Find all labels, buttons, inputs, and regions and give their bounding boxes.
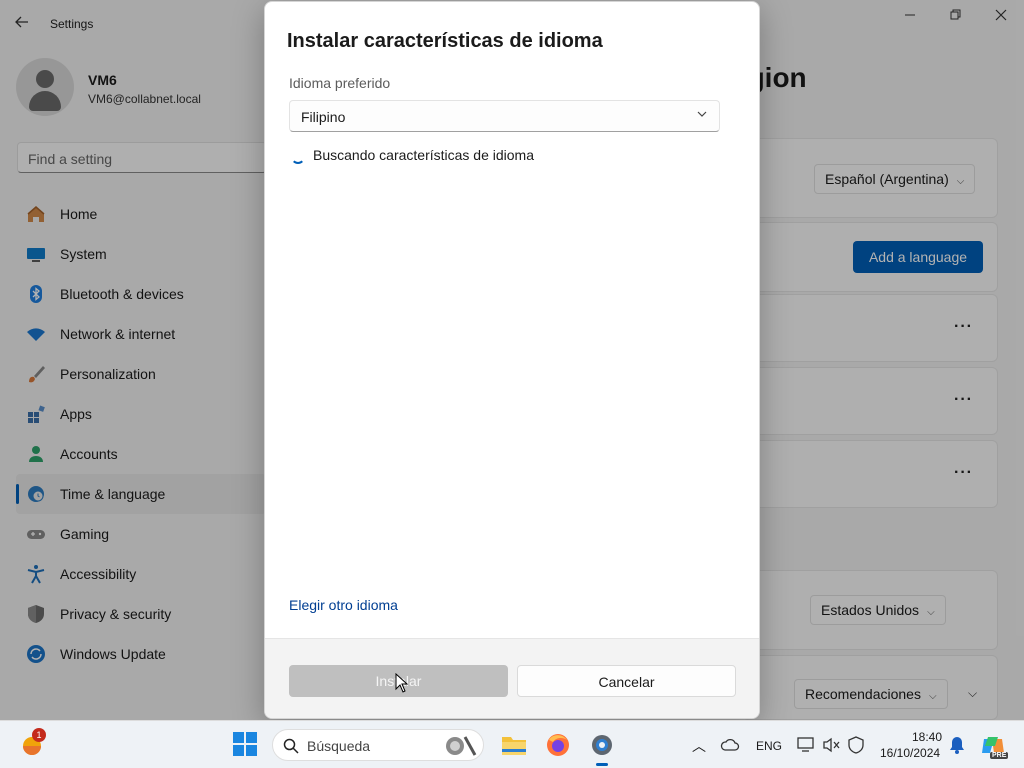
notification-bell-icon[interactable] [948,735,966,755]
volume-muted-icon[interactable] [822,735,842,755]
firefox-icon[interactable] [544,731,572,759]
clock-time[interactable]: 18:40 [912,730,942,744]
settings-gear-icon[interactable] [588,731,616,759]
chevron-down-icon [697,109,707,122]
start-windows-icon[interactable] [232,731,260,759]
search-highlight-icon [446,736,477,756]
preferred-language-value: Filipino [301,109,346,125]
dialog-title: Instalar características de idioma [287,30,603,52]
taskbar: 1 Búsqueda ︿ ENG 18:40 16/10/2024 PRE [0,720,1024,768]
dialog-footer: Instalar Cancelar [265,638,759,718]
taskbar-search-box[interactable]: Búsqueda [272,729,484,761]
status-text: Buscando características de idioma [313,147,534,163]
cancel-button[interactable]: Cancelar [517,665,736,697]
install-language-dialog: Instalar características de idioma Idiom… [264,1,760,719]
preferred-language-dropdown[interactable]: Filipino [289,100,720,132]
security-shield-icon[interactable] [846,735,866,755]
search-icon [283,738,299,754]
file-explorer-icon[interactable] [500,731,528,759]
copilot-badge: PRE [990,752,1009,759]
show-hidden-icons-chevron-icon[interactable]: ︿ [692,736,706,756]
onedrive-cloud-icon[interactable] [720,735,740,755]
network-icon[interactable] [796,735,816,755]
clock-date[interactable]: 16/10/2024 [880,746,940,760]
input-language-indicator[interactable]: ENG [756,739,782,753]
notification-badge: 1 [32,728,46,742]
mouse-cursor-icon [395,672,409,698]
preferred-language-label: Idioma preferido [289,75,391,91]
taskbar-search-label: Búsqueda [307,738,371,754]
active-app-indicator [596,763,608,766]
loading-spinner-icon [291,150,305,164]
choose-other-language-link[interactable]: Elegir otro idioma [289,597,398,613]
